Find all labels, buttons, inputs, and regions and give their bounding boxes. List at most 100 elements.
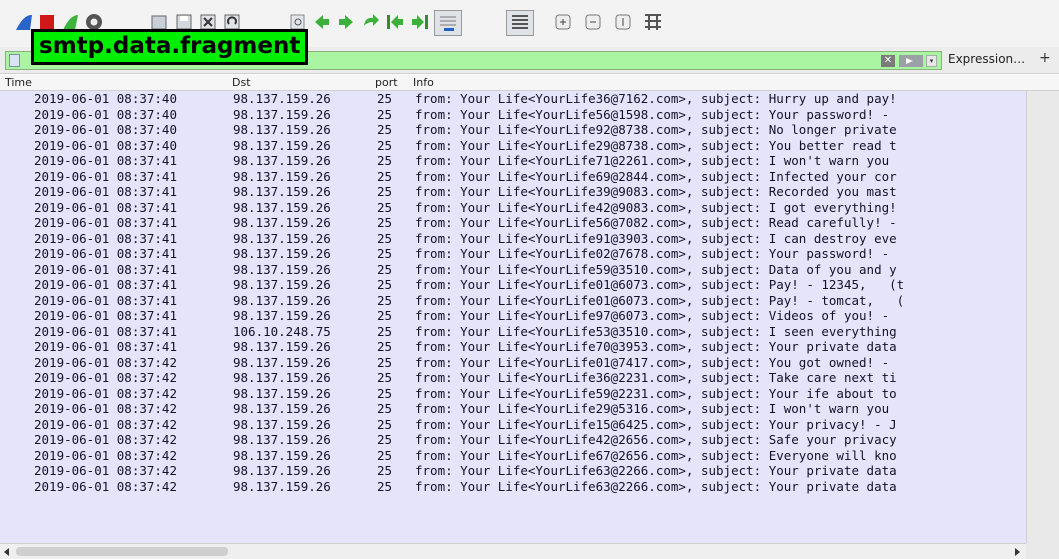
cell-info: from: Your Life<YourLife15@6425.com>, su… [415,416,897,432]
cell-time: 2019-06-01 08:37:41 [34,153,177,168]
table-row[interactable]: 2019-06-01 08:37:41 98.137.159.26 25 from: … [0,200,1026,216]
go-forward-icon[interactable] [336,12,356,32]
cell-time: 2019-06-01 08:37:41 [34,308,177,323]
add-filter-button[interactable]: + [1039,50,1051,66]
column-header-port[interactable]: port [375,76,398,89]
cell-port: 25 [377,385,393,401]
cell-time: 2019-06-01 08:37:41 [34,230,177,246]
normal-size-icon[interactable] [613,12,633,32]
table-row[interactable]: 2019-06-01 08:37:42 98.137.159.26 25 from: … [0,386,1026,402]
cell-time: 2019-06-01 08:37:41 [34,323,177,339]
go-first-icon[interactable] [385,12,405,32]
packet-list-header: Time Dst port Info [0,75,1059,91]
cell-time: 2019-06-01 08:37:41 [34,339,177,354]
go-back-icon[interactable] [312,12,332,32]
cell-time: 2019-06-01 08:37:40 [34,122,177,137]
cell-info: from: Your Life<YourLife91@3903.com>, su… [415,230,897,246]
cell-dst: 98.137.159.26 [233,292,331,308]
cell-dst: 98.137.159.26 [233,401,331,416]
cell-dst: 98.137.159.26 [233,261,331,277]
resize-columns-icon[interactable] [643,12,663,32]
cell-time: 2019-06-01 08:37:42 [34,354,177,370]
expression-button[interactable]: Expression… [948,52,1025,66]
table-row[interactable]: 2019-06-01 08:37:41 98.137.159.26 25 from: … [0,215,1026,231]
table-row[interactable]: 2019-06-01 08:37:40 98.137.159.26 25 from: … [0,122,1026,138]
table-row[interactable]: 2019-06-01 08:37:42 98.137.159.26 25 from: … [0,401,1026,417]
filter-field-name-label: smtp.data.fragment [31,29,309,65]
cell-port: 25 [377,153,393,168]
go-last-icon[interactable] [410,12,430,32]
scroll-left-icon[interactable] [4,548,9,556]
bookmark-icon[interactable] [9,54,20,67]
table-row[interactable]: 2019-06-01 08:37:41 98.137.159.26 25 from: … [0,277,1026,293]
clear-filter-button[interactable]: ✕ [881,55,895,67]
cell-dst: 98.137.159.26 [233,153,331,168]
packet-list[interactable]: 2019-06-01 08:37:40 98.137.159.26 25 from: … [0,91,1026,543]
table-row[interactable]: 2019-06-01 08:37:41 98.137.159.26 25 from: … [0,246,1026,262]
cell-info: from: Your Life<YourLife97@6073.com>, su… [415,308,890,323]
column-header-info[interactable]: Info [413,76,434,89]
cell-port: 25 [377,261,393,277]
table-row[interactable]: 2019-06-01 08:37:42 98.137.159.26 25 from: … [0,417,1026,433]
cell-info: from: Your Life<YourLife63@2266.com>, su… [415,463,897,478]
cell-port: 25 [377,292,393,308]
cell-dst: 98.137.159.26 [233,106,331,122]
scrollbar-corner [1026,543,1059,559]
cell-port: 25 [377,277,393,292]
cell-time: 2019-06-01 08:37:40 [34,106,177,122]
table-row[interactable]: 2019-06-01 08:37:41 98.137.159.26 25 from: … [0,293,1026,309]
cell-port: 25 [377,91,393,106]
go-to-packet-icon[interactable] [361,12,381,32]
cell-info: from: Your Life<YourLife36@7162.com>, su… [415,91,897,106]
column-header-time[interactable]: Time [5,76,32,89]
cell-info: from: Your Life<YourLife59@2231.com>, su… [415,385,897,401]
table-row[interactable]: 2019-06-01 08:37:41 98.137.159.26 25 from: … [0,169,1026,185]
table-row[interactable]: 2019-06-01 08:37:42 98.137.159.26 25 from: … [0,448,1026,464]
cell-port: 25 [377,463,393,478]
table-row[interactable]: 2019-06-01 08:37:41 98.137.159.26 25 from: … [0,339,1026,355]
cell-time: 2019-06-01 08:37:41 [34,246,177,261]
table-row[interactable]: 2019-06-01 08:37:41 98.137.159.26 25 from: … [0,308,1026,324]
cell-port: 25 [377,246,393,261]
filter-history-dropdown[interactable]: ▾ [926,55,937,67]
table-row[interactable]: 2019-06-01 08:37:42 98.137.159.26 25 from: … [0,479,1026,495]
table-row[interactable]: 2019-06-01 08:37:41 98.137.159.26 25 from: … [0,153,1026,169]
cell-port: 25 [377,215,393,230]
table-row[interactable]: 2019-06-01 08:37:41 98.137.159.26 25 from: … [0,184,1026,200]
cell-time: 2019-06-01 08:37:41 [34,292,177,308]
autoscroll-icon[interactable] [434,10,462,36]
column-header-dst[interactable]: Dst [232,76,251,89]
cell-time: 2019-06-01 08:37:41 [34,199,177,215]
cell-info: from: Your Life<YourLife71@2261.com>, su… [415,153,890,168]
scroll-right-icon[interactable] [1015,548,1020,556]
cell-info: from: Your Life<YourLife29@5316.com>, su… [415,401,890,416]
colorize-icon[interactable] [506,10,534,36]
table-row[interactable]: 2019-06-01 08:37:41 98.137.159.26 25 from: … [0,231,1026,247]
cell-dst: 106.10.248.75 [233,323,331,339]
cell-dst: 98.137.159.26 [233,230,331,246]
scrollbar-thumb[interactable] [16,547,228,556]
apply-filter-button[interactable] [899,55,923,67]
table-row[interactable]: 2019-06-01 08:37:40 98.137.159.26 25 from: … [0,107,1026,123]
table-row[interactable]: 2019-06-01 08:37:42 98.137.159.26 25 from: … [0,355,1026,371]
table-row[interactable]: 2019-06-01 08:37:41 106.10.248.75 25 from: … [0,324,1026,340]
cell-dst: 98.137.159.26 [233,308,331,323]
vertical-scrollbar[interactable] [1026,91,1059,543]
cell-port: 25 [377,432,393,447]
cell-port: 25 [377,168,393,184]
cell-port: 25 [377,230,393,246]
table-row[interactable]: 2019-06-01 08:37:42 98.137.159.26 25 from: … [0,370,1026,386]
zoom-out-icon[interactable] [583,12,603,32]
cell-dst: 98.137.159.26 [233,478,331,494]
cell-time: 2019-06-01 08:37:42 [34,401,177,416]
zoom-in-icon[interactable] [553,12,573,32]
table-row[interactable]: 2019-06-01 08:37:40 98.137.159.26 25 from: … [0,91,1026,107]
horizontal-scrollbar[interactable] [0,543,1026,559]
table-row[interactable]: 2019-06-01 08:37:41 98.137.159.26 25 from: … [0,262,1026,278]
table-row[interactable]: 2019-06-01 08:37:42 98.137.159.26 25 from: … [0,432,1026,448]
table-row[interactable]: 2019-06-01 08:37:42 98.137.159.26 25 from: … [0,463,1026,479]
cell-time: 2019-06-01 08:37:42 [34,416,177,432]
table-row[interactable]: 2019-06-01 08:37:40 98.137.159.26 25 from: … [0,138,1026,154]
cell-time: 2019-06-01 08:37:41 [34,168,177,184]
cell-dst: 98.137.159.26 [233,199,331,215]
